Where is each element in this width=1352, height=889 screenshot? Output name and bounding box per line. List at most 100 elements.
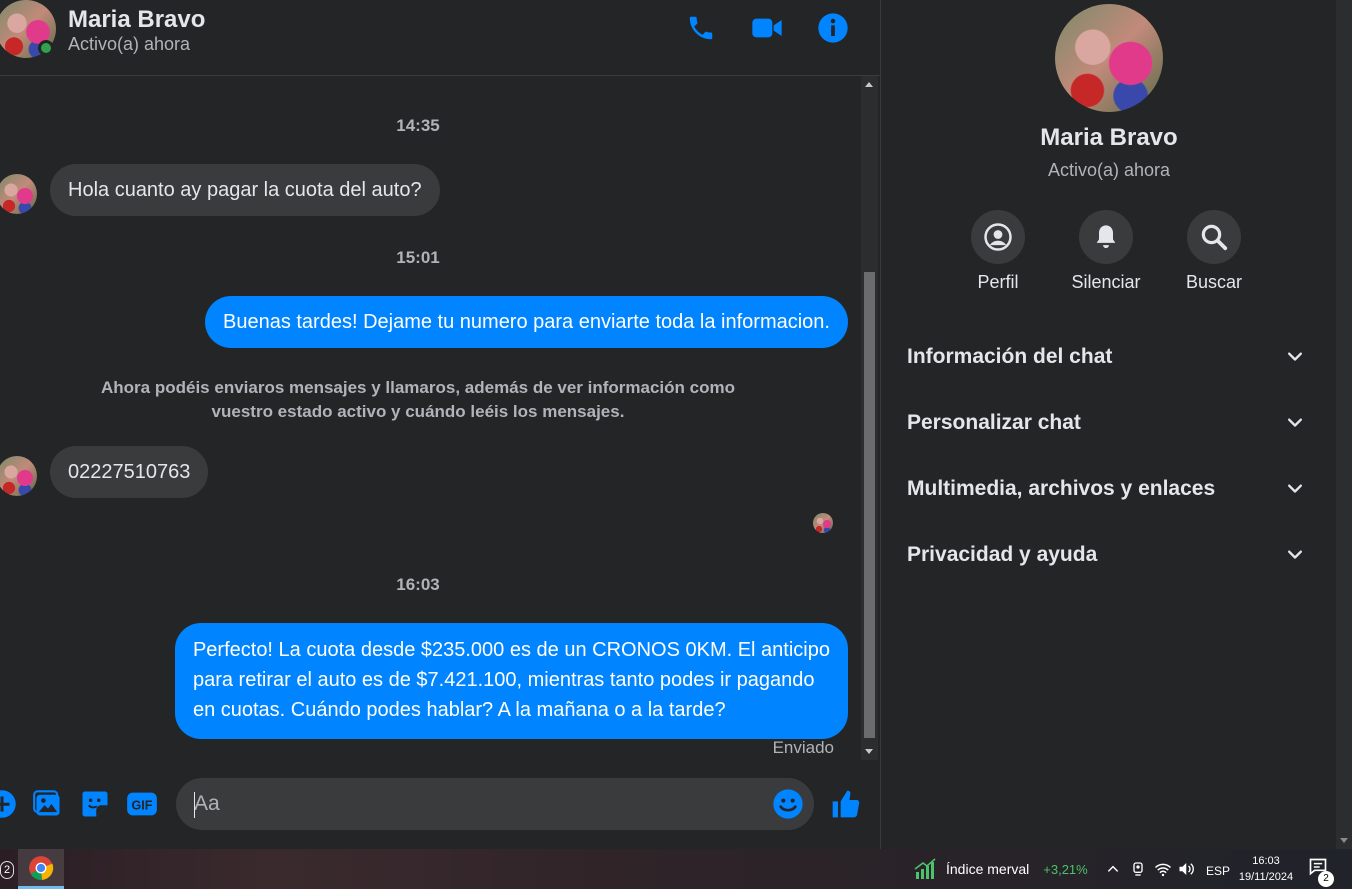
gif-icon: GIF — [127, 792, 157, 816]
send-like-button[interactable] — [830, 788, 862, 820]
chrome-taskbar-button[interactable] — [18, 849, 64, 889]
search-button-circle — [1187, 210, 1241, 264]
section-customize-chat[interactable]: Personalizar chat — [891, 394, 1321, 452]
info-icon — [818, 13, 848, 43]
mute-button-circle — [1079, 210, 1133, 264]
incoming-message[interactable]: Hola cuanto ay pagar la cuota del auto? — [50, 164, 440, 216]
attach-image-button[interactable] — [32, 788, 64, 820]
message-list[interactable]: 14:35 Hola cuanto ay pagar la cuota del … — [0, 76, 862, 760]
network-tray-button[interactable] — [1154, 859, 1172, 879]
clock-time: 16:03 — [1252, 855, 1280, 867]
gif-label: GIF — [132, 799, 153, 813]
message-input[interactable] — [176, 778, 814, 830]
language-indicator[interactable]: ESP — [1206, 861, 1230, 881]
meet-tray-button[interactable] — [1130, 859, 1146, 879]
scroll-down-arrow-icon[interactable] — [1340, 838, 1348, 843]
bell-icon — [1096, 225, 1116, 249]
emoji-button[interactable] — [772, 788, 804, 820]
search-label: Buscar — [1185, 272, 1243, 292]
timestamp: 14:35 — [396, 116, 440, 135]
stock-change: +3,21% — [1043, 861, 1088, 877]
section-media-files-links[interactable]: Multimedia, archivos y enlaces — [891, 460, 1321, 518]
seen-indicator-avatar — [813, 513, 833, 533]
composer: GIF — [0, 760, 880, 849]
taskbar-clock[interactable]: 16:03 19/11/2024 — [1234, 853, 1298, 885]
mute-label: Silenciar — [1071, 272, 1141, 292]
profile-label: Perfil — [977, 272, 1019, 292]
video-call-button[interactable] — [749, 10, 785, 46]
emoji-icon — [773, 789, 803, 819]
sender-avatar[interactable] — [0, 456, 37, 496]
incoming-message[interactable]: 02227510763 — [50, 446, 209, 498]
stock-name: Índice merval — [946, 861, 1030, 877]
profile-avatar[interactable] — [1055, 4, 1163, 112]
windows-taskbar: 2 Índice merval +3,21% ESP 16:03 19/11/2… — [0, 849, 1352, 889]
section-label: Personalizar chat — [907, 411, 1081, 434]
volume-tray-button[interactable] — [1178, 859, 1196, 879]
chat-info-button[interactable] — [815, 10, 851, 46]
chevron-down-icon — [1288, 418, 1302, 427]
system-note: Ahora podéis enviaros mensajes y llamaro… — [0, 376, 836, 424]
delivery-status: Enviado — [772, 738, 834, 757]
text-caret — [194, 792, 195, 818]
panel-scrollbar[interactable] — [1336, 0, 1352, 849]
sender-avatar[interactable] — [0, 174, 37, 214]
chrome-icon — [29, 855, 54, 880]
image-icon — [33, 790, 60, 816]
section-chat-info[interactable]: Información del chat — [891, 328, 1321, 386]
clock-date: 19/11/2024 — [1238, 871, 1294, 883]
section-privacy-help[interactable]: Privacidad y ayuda — [891, 526, 1321, 584]
message-line: para retirar el auto es de $7.421.100, m… — [192, 669, 815, 691]
conversation-info-panel: Maria Bravo Activo(a) ahora Perfil Silen… — [880, 0, 1336, 849]
panel-contact-status: Activo(a) ahora — [1047, 160, 1171, 180]
scroll-thumb[interactable] — [864, 272, 875, 738]
chevron-down-icon — [1288, 484, 1302, 493]
chat-header: Maria Bravo Activo(a) ahora — [0, 0, 880, 76]
sticker-button[interactable] — [79, 788, 111, 820]
search-button[interactable]: Buscar — [1164, 210, 1264, 293]
section-label: Información del chat — [907, 345, 1113, 368]
profile-icon — [984, 223, 1012, 251]
message-line: Perfecto! La cuota desde $235.000 es de … — [192, 639, 830, 661]
outgoing-message[interactable]: Buenas tardes! Dejame tu numero para env… — [204, 296, 848, 348]
scroll-up-arrow-icon[interactable] — [865, 82, 873, 87]
phone-icon — [689, 16, 713, 40]
taskbar-badge: 2 — [0, 861, 14, 879]
video-icon — [752, 18, 782, 38]
chevron-down-icon — [1288, 352, 1302, 361]
online-status-dot — [38, 40, 54, 56]
search-icon — [1201, 224, 1228, 251]
chat-pane: Maria Bravo Activo(a) ahora 14:35 Hola c… — [0, 0, 880, 849]
chevron-up-icon — [1107, 865, 1119, 872]
outgoing-message[interactable]: Perfecto! La cuota desde $235.000 es de … — [174, 623, 848, 739]
section-label: Privacidad y ayuda — [907, 543, 1098, 566]
gif-button[interactable]: GIF — [126, 788, 158, 820]
sticker-icon — [82, 791, 108, 817]
chevron-down-icon — [1288, 550, 1302, 559]
system-note-line: Ahora podéis enviaros mensajes y llamaro… — [101, 378, 735, 397]
contact-status: Activo(a) ahora — [68, 34, 191, 54]
volume-icon — [1179, 863, 1194, 875]
camera-tray-icon — [1133, 862, 1143, 876]
system-note-line: vuestro estado activo y cuándo leéis los… — [211, 402, 625, 421]
contact-name[interactable]: Maria Bravo — [68, 6, 205, 34]
wifi-icon — [1154, 863, 1172, 877]
messenger-app: Maria Bravo Activo(a) ahora 14:35 Hola c… — [0, 0, 1352, 889]
notification-count-badge: 2 — [1318, 871, 1334, 887]
message-line: en cuotas. Cuándo podes hablar? A la mañ… — [192, 699, 726, 721]
more-actions-button[interactable] — [0, 788, 18, 820]
mute-button[interactable]: Silenciar — [1056, 210, 1156, 293]
stock-widget[interactable]: Índice merval +3,21% — [914, 857, 1088, 881]
timestamp: 16:03 — [396, 575, 440, 594]
profile-button-circle — [971, 210, 1025, 264]
panel-contact-name: Maria Bravo — [1040, 124, 1178, 151]
like-icon — [832, 790, 860, 818]
section-label: Multimedia, archivos y enlaces — [907, 477, 1216, 500]
message-scrollbar[interactable] — [861, 76, 878, 760]
stock-trend-icon — [914, 858, 936, 879]
voice-call-button[interactable] — [683, 10, 719, 46]
profile-button[interactable]: Perfil — [948, 210, 1048, 293]
timestamp: 15:01 — [396, 248, 440, 267]
show-hidden-icons-button[interactable] — [1106, 859, 1120, 879]
scroll-down-arrow-icon[interactable] — [865, 749, 873, 754]
